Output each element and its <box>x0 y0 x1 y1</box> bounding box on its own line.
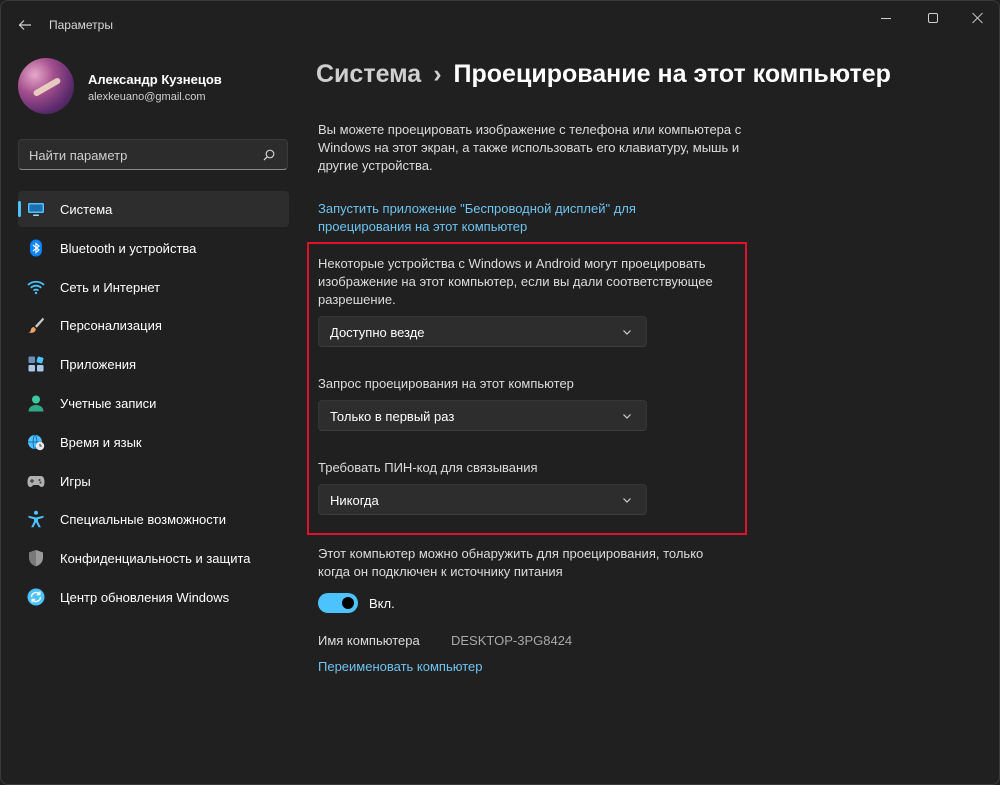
monitor-icon <box>28 203 44 216</box>
user-email: alexkeuano@gmail.com <box>88 91 206 103</box>
globe-clock-icon <box>28 434 45 450</box>
brush-icon <box>28 317 44 334</box>
maximize-button[interactable] <box>910 1 956 35</box>
request-projection-dropdown[interactable]: Только в первый раз <box>318 400 647 431</box>
settings-window: Параметры Александр Кузнецов alexkeuano@… <box>0 0 1000 785</box>
sync-icon <box>27 588 45 606</box>
sidebar-item-network[interactable]: Сеть и Интернет <box>18 269 289 305</box>
minimize-icon <box>881 17 891 19</box>
breadcrumb-separator: › <box>433 60 442 88</box>
user-name: Александр Кузнецов <box>88 72 222 87</box>
breadcrumb-parent[interactable]: Система <box>316 60 421 88</box>
projection-permission-text: Некоторые устройства с Windows и Android… <box>318 256 713 307</box>
page-title: Проецирование на этот компьютер <box>453 60 891 88</box>
page-description: Вы можете проецировать изображение с тел… <box>318 122 742 173</box>
arrow-left-icon <box>18 20 31 30</box>
gamepad-icon <box>27 475 45 487</box>
sidebar-item-label: Специальные возможности <box>60 512 226 528</box>
dropdown-value: Только в первый раз <box>330 409 455 424</box>
sidebar-item-label: Время и язык <box>60 434 142 450</box>
sidebar-item-label: Приложения <box>60 357 137 373</box>
availability-dropdown[interactable]: Доступно везде <box>318 316 647 347</box>
toggle-state-label: Вкл. <box>369 596 395 611</box>
request-projection-label: Запрос проецирования на этот компьютер <box>318 376 574 391</box>
dropdown-value: Доступно везде <box>330 325 425 340</box>
sidebar-item-gaming[interactable]: Игры <box>18 463 289 499</box>
sidebar-item-label: Сеть и Интернет <box>60 279 161 295</box>
sidebar-item-windows-update[interactable]: Центр обновления Windows <box>18 579 289 615</box>
person-icon <box>28 395 44 412</box>
require-pin-dropdown[interactable]: Никогда <box>318 484 647 515</box>
sidebar-item-bluetooth[interactable]: Bluetooth и устройства <box>18 230 289 266</box>
pc-name-value: DESKTOP-3PG8424 <box>451 633 573 648</box>
sidebar-item-accessibility[interactable]: Специальные возможности <box>18 501 289 537</box>
pc-name-label: Имя компьютера <box>318 633 420 648</box>
discoverable-power-text: Этот компьютер можно обнаружить для прое… <box>318 546 704 579</box>
discoverable-toggle[interactable] <box>318 593 358 613</box>
toggle-knob <box>342 597 354 609</box>
sidebar-item-privacy[interactable]: Конфиденциальность и защита <box>18 540 289 576</box>
close-button[interactable] <box>955 1 999 35</box>
chevron-down-icon <box>623 414 631 419</box>
rename-pc-link[interactable]: Переименовать компьютер <box>318 658 482 676</box>
sidebar-item-label: Персонализация <box>60 318 162 334</box>
sidebar-item-system[interactable]: Система <box>18 191 289 227</box>
sidebar-item-time-language[interactable]: Время и язык <box>18 424 289 460</box>
sidebar-item-accounts[interactable]: Учетные записи <box>18 385 289 421</box>
sidebar-item-label: Система <box>60 202 113 217</box>
sidebar-item-label: Учетные записи <box>60 395 157 411</box>
breadcrumb: Система › Проецирование на этот компьютер <box>316 60 891 89</box>
avatar[interactable] <box>18 58 74 114</box>
title-bar: Параметры <box>1 1 999 49</box>
require-pin-label: Требовать ПИН-код для связывания <box>318 460 538 475</box>
search-icon[interactable] <box>263 149 275 161</box>
sidebar-item-label: Конфиденциальность и защита <box>60 551 251 567</box>
sidebar-nav: Система Bluetooth и устройства Сеть и Ин… <box>18 191 289 618</box>
dropdown-value: Никогда <box>330 493 379 508</box>
sidebar-item-label: Bluetooth и устройства <box>60 240 197 256</box>
sidebar-item-personalization[interactable]: Персонализация <box>18 307 289 343</box>
app-title: Параметры <box>49 18 113 32</box>
maximize-icon <box>928 13 938 23</box>
shield-icon <box>29 550 43 567</box>
chevron-down-icon <box>623 330 631 335</box>
sidebar-item-label: Центр обновления Windows <box>60 589 230 605</box>
apps-icon <box>28 356 44 372</box>
launch-wireless-display-link[interactable]: Запустить приложение "Беспроводной диспл… <box>318 200 698 236</box>
search-placeholder: Найти параметр <box>29 148 128 163</box>
wifi-icon <box>27 280 45 294</box>
search-input[interactable]: Найти параметр <box>18 139 288 170</box>
bluetooth-icon <box>30 239 42 257</box>
sidebar-item-label: Игры <box>60 473 91 489</box>
sidebar-item-apps[interactable]: Приложения <box>18 346 289 382</box>
close-icon <box>972 12 984 24</box>
back-button[interactable] <box>11 11 39 39</box>
chevron-down-icon <box>623 498 631 503</box>
accessibility-icon <box>28 511 44 528</box>
minimize-button[interactable] <box>863 1 909 35</box>
